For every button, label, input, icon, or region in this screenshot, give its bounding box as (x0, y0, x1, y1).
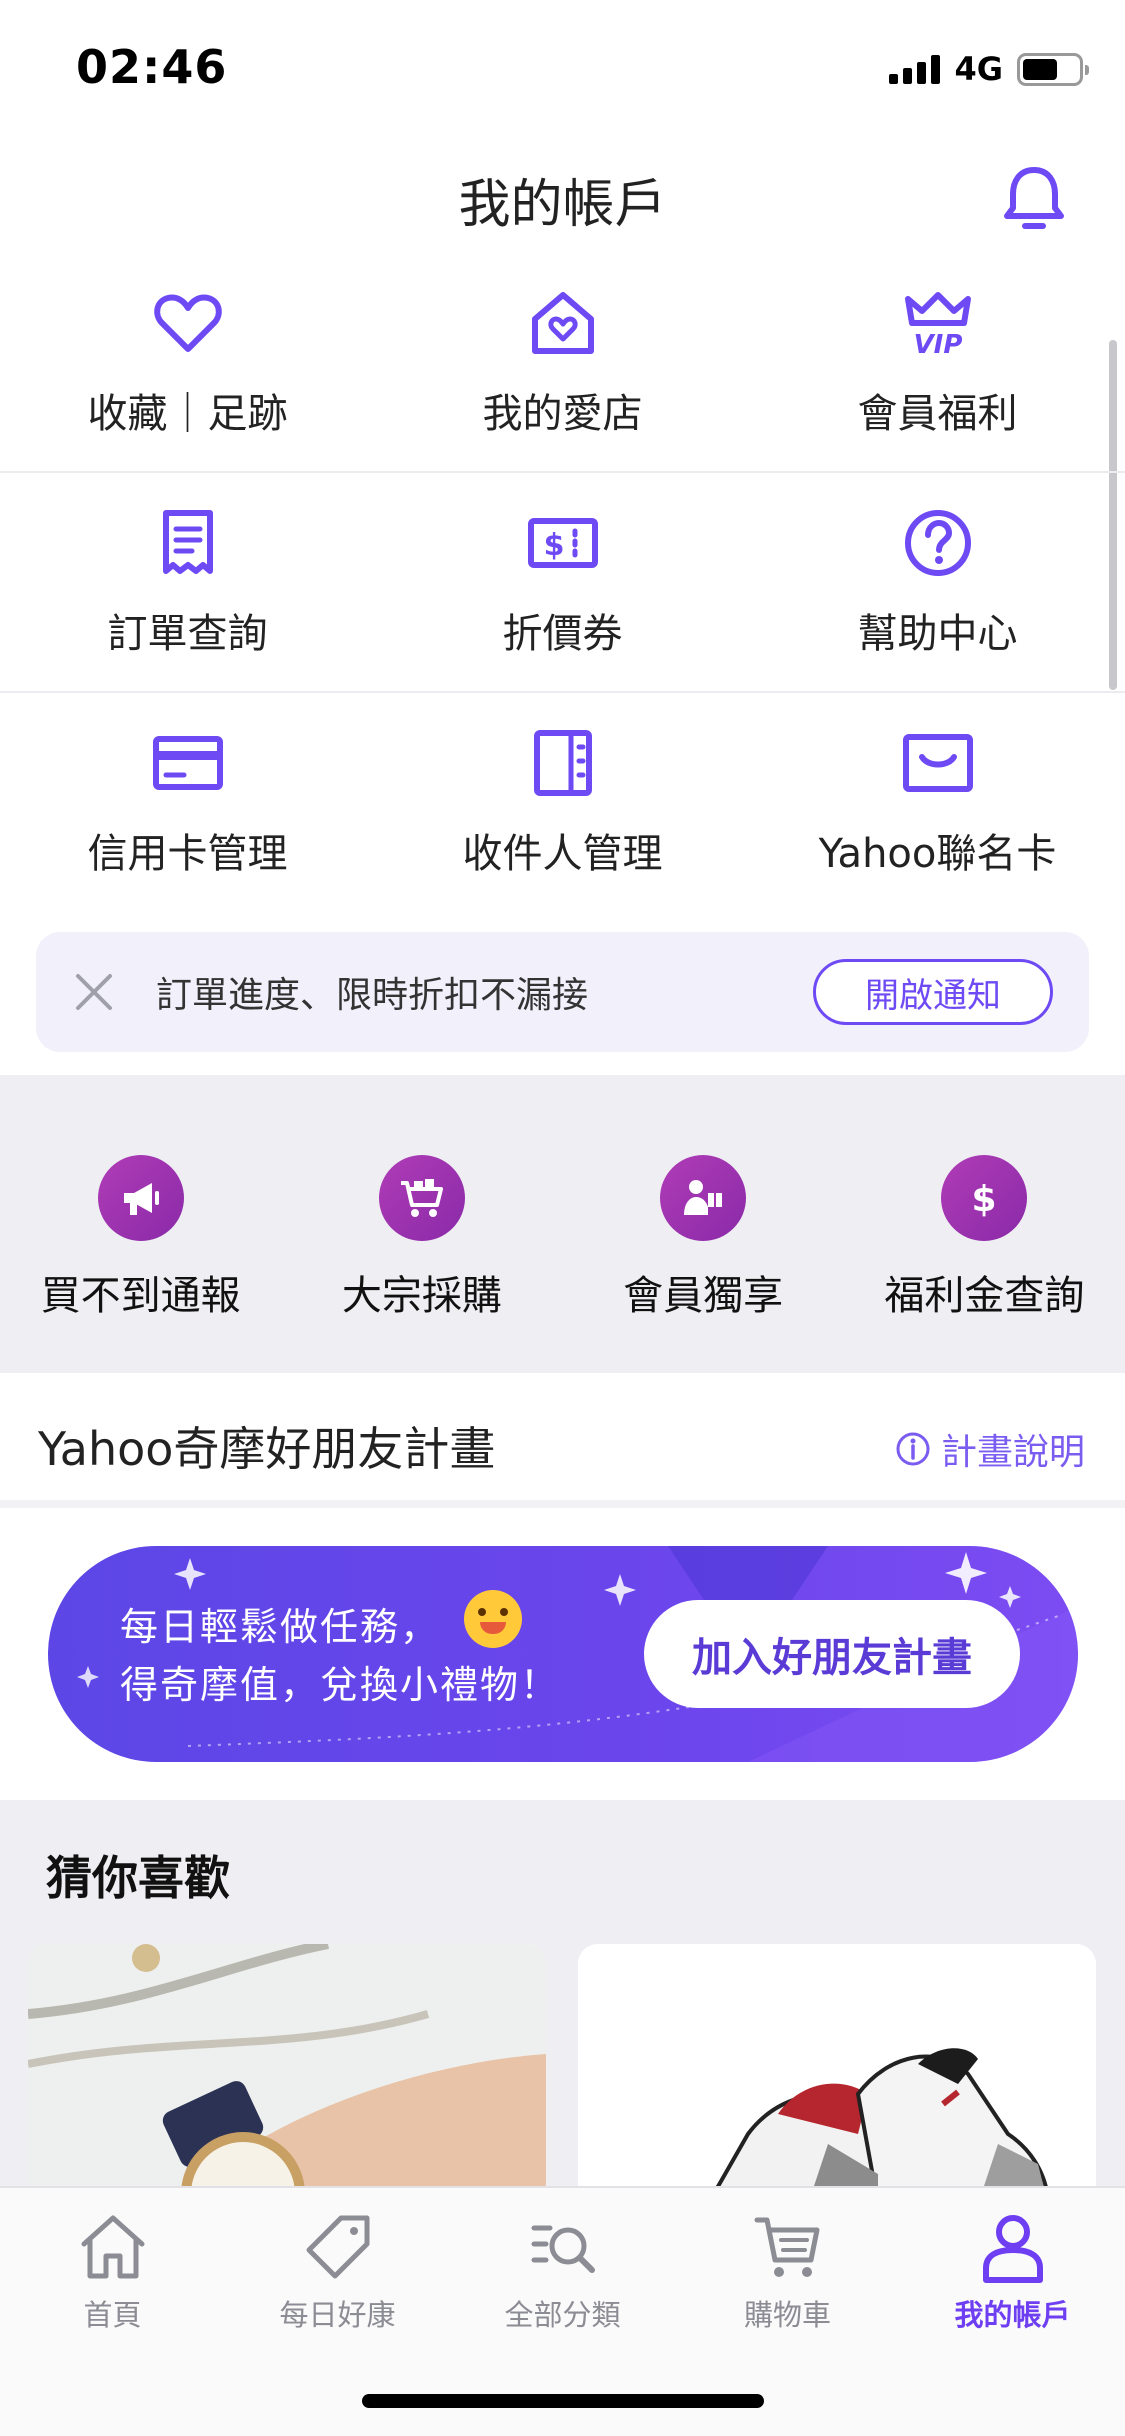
battery-icon (1017, 52, 1089, 86)
heart-icon (153, 294, 222, 352)
product-card-sneakers[interactable] (578, 1944, 1096, 2204)
menu-help[interactable]: 幫助中心 (750, 475, 1125, 691)
quick-link-rewards[interactable]: $ 福利金查詢 (844, 1075, 1125, 1373)
page-title: 我的帳戶 (458, 175, 667, 235)
tab-home[interactable]: 首頁 (0, 2188, 225, 2436)
friends-program-title: Yahoo奇摩好朋友計畫 (38, 1422, 496, 1476)
tab-label: 全部分類 (504, 2298, 621, 2332)
notification-text: 訂單進度、限時折扣不漏接 (156, 975, 589, 1016)
menu-label: 訂單查詢 (107, 611, 268, 657)
home-icon (81, 2215, 144, 2279)
address-book-icon (533, 730, 592, 796)
account-icon (982, 2215, 1043, 2283)
tab-label: 首頁 (83, 2298, 142, 2332)
cart-icon (754, 2217, 819, 2277)
account-menu-row-1: 收藏｜足跡 我的愛店 VIP 會員福利 (0, 255, 1125, 473)
menu-label: 信用卡管理 (87, 831, 288, 877)
store-heart-icon (531, 292, 594, 354)
sneaker-product-image (578, 1944, 1096, 2204)
status-indicators: 4G (889, 50, 1089, 88)
tab-label: 我的帳戶 (954, 2298, 1071, 2332)
friends-banner[interactable]: 每日輕鬆做任務， 得奇摩值，兌換小禮物！ 加入好朋友計畫 (48, 1546, 1078, 1762)
tab-label: 每日好康 (279, 2298, 396, 2332)
menu-vip[interactable]: VIP 會員福利 (750, 255, 1125, 471)
coupon-icon: $ (527, 518, 598, 568)
network-type: 4G (954, 50, 1003, 88)
help-icon (904, 510, 971, 576)
notification-banner: 訂單進度、限時折扣不漏接 開啟通知 (36, 932, 1089, 1052)
menu-coupons[interactable]: $ 折價券 (375, 475, 750, 691)
page-header: 我的帳戶 (0, 150, 1125, 245)
home-indicator[interactable] (362, 2394, 764, 2408)
watch-product-image (28, 1944, 546, 2204)
info-icon (896, 1432, 930, 1466)
dollar-icon: $ (941, 1155, 1028, 1241)
tab-my-account[interactable]: 我的帳戶 (900, 2188, 1125, 2436)
quick-link-label: 買不到通報 (40, 1273, 241, 1319)
program-help-link[interactable]: 計畫說明 (895, 1423, 1085, 1475)
svg-text:VIP: VIP (913, 330, 962, 359)
smile-emoji-icon (464, 1590, 522, 1648)
signal-icon (889, 54, 941, 84)
menu-credit-cards[interactable]: 信用卡管理 (0, 695, 375, 913)
quick-links: 買不到通報 大宗採購 會員獨享 $ 福利金查詢 (0, 1075, 1125, 1373)
product-card-watch[interactable] (28, 1944, 546, 2204)
menu-cobrand-card[interactable]: Yahoo聯名卡 (750, 695, 1125, 913)
account-menu-row-3: 信用卡管理 收件人管理 Yahoo聯名卡 (0, 695, 1125, 913)
tab-label: 購物車 (743, 2298, 831, 2332)
enable-notification-button[interactable]: 開啟通知 (813, 959, 1053, 1025)
quick-link-bulk[interactable]: 大宗採購 (281, 1075, 562, 1373)
quick-link-label: 大宗採購 (341, 1273, 502, 1319)
category-search-icon (531, 2225, 595, 2273)
menu-label: 我的愛店 (482, 391, 643, 437)
friends-banner-section: 每日輕鬆做任務， 得奇摩值，兌換小禮物！ 加入好朋友計畫 (0, 1508, 1125, 1800)
menu-orders[interactable]: 訂單查詢 (0, 475, 375, 691)
status-time: 02:46 (76, 40, 228, 94)
menu-recipients[interactable]: 收件人管理 (375, 695, 750, 913)
join-friends-program-button[interactable]: 加入好朋友計畫 (644, 1600, 1020, 1708)
member-gift-icon (660, 1155, 747, 1241)
menu-label: Yahoo聯名卡 (818, 831, 1057, 877)
friends-program-header: Yahoo奇摩好朋友計畫 計畫說明 (0, 1373, 1125, 1508)
program-help-label: 計畫說明 (940, 1432, 1085, 1473)
menu-my-stores[interactable]: 我的愛店 (375, 255, 750, 471)
close-icon[interactable] (72, 970, 116, 1014)
quick-link-member[interactable]: 會員獨享 (563, 1075, 844, 1373)
quick-link-report[interactable]: 買不到通報 (0, 1075, 281, 1373)
cobrand-card-icon (902, 734, 973, 792)
menu-label: 收藏｜足跡 (87, 391, 288, 437)
quick-link-label: 會員獨享 (623, 1273, 784, 1319)
bell-icon[interactable] (999, 162, 1069, 236)
megaphone-icon (97, 1155, 184, 1241)
account-menu-row-2: 訂單查詢 $ 折價券 幫助中心 (0, 475, 1125, 693)
menu-favorites[interactable]: 收藏｜足跡 (0, 255, 375, 471)
receipt-icon (162, 510, 213, 574)
recommendations-section: 猜你喜歡 (0, 1800, 1125, 2204)
quick-link-label: 福利金查詢 (884, 1273, 1085, 1319)
banner-text-line1: 每日輕鬆做任務， (120, 1605, 441, 1649)
menu-label: 會員福利 (857, 391, 1018, 437)
credit-card-icon (152, 736, 223, 790)
svg-text:$: $ (543, 528, 564, 563)
bulk-cart-icon (378, 1155, 465, 1241)
recommendations-title: 猜你喜歡 (46, 1851, 230, 1905)
menu-label: 幫助中心 (857, 611, 1018, 657)
menu-label: 收件人管理 (462, 831, 663, 877)
tag-icon (306, 2215, 369, 2279)
menu-label: 折價券 (502, 611, 623, 657)
banner-text-line2: 得奇摩值，兌換小禮物！ (120, 1663, 561, 1707)
status-bar: 02:46 4G (0, 0, 1125, 135)
vip-crown-icon: VIP (904, 292, 971, 359)
svg-text:$: $ (972, 1179, 997, 1220)
